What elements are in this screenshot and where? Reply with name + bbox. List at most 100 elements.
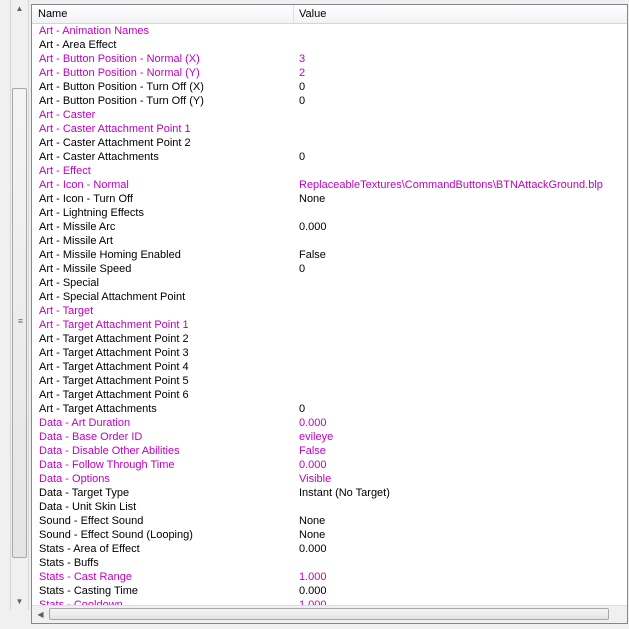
table-row[interactable]: Art - Target Attachments 0 (32, 402, 627, 416)
table-row[interactable]: Art - Animation Names (32, 24, 627, 38)
grip-icon: ≡ (17, 316, 24, 326)
property-name: Art - Caster (39, 109, 96, 121)
property-name: Art - Target Attachment Point 2 (39, 333, 189, 345)
property-value: evileye (299, 431, 334, 443)
property-name: Art - Animation Names (39, 25, 150, 37)
table-row[interactable]: Stats - Area of Effect 0.000 (32, 542, 627, 556)
table-row[interactable]: Art - Missile Art (32, 234, 627, 248)
table-row[interactable]: Art - Target Attachment Point 6 (32, 388, 627, 402)
property-name: Art - Icon - Turn Off (39, 193, 133, 205)
table-row[interactable]: Art - Caster Attachment Point 1 (32, 122, 627, 136)
table-row[interactable]: Data - Base Order ID evileye (32, 430, 627, 444)
table-row[interactable]: Art - Target (32, 304, 627, 318)
table-row[interactable]: Art - Target Attachment Point 4 (32, 360, 627, 374)
scroll-up-icon[interactable]: ▲ (11, 0, 28, 17)
table-row[interactable]: Stats - Casting Time 0.000 (32, 584, 627, 598)
property-name: Stats - Cast Range (39, 571, 132, 583)
property-value: 0 (299, 95, 306, 107)
table-row[interactable]: Art - Effect (32, 164, 627, 178)
table-row[interactable]: Data - Disable Other Abilities False (32, 444, 627, 458)
property-value: 2 (299, 67, 306, 79)
property-name: Art - Button Position - Turn Off (X) (39, 81, 204, 93)
property-value: Visible (299, 473, 332, 485)
property-name: Sound - Effect Sound (Looping) (39, 529, 193, 541)
property-name: Art - Area Effect (39, 39, 117, 51)
table-row[interactable]: Art - Icon - Normal ReplaceableTextures\C… (32, 178, 627, 192)
property-value: 0 (299, 81, 306, 93)
property-name: Art - Missile Homing Enabled (39, 249, 181, 261)
property-value: 0.000 (299, 585, 327, 597)
table-row[interactable]: Stats - Cast Range 1.000 (32, 570, 627, 584)
property-name: Art - Button Position - Normal (Y) (39, 67, 200, 79)
horizontal-scroll-thumb[interactable] (49, 608, 609, 620)
property-name: Stats - Casting Time (39, 585, 139, 597)
scroll-left-icon[interactable]: ◀ (32, 606, 49, 623)
property-name: Data - Follow Through Time (39, 459, 175, 471)
property-name: Stats - Buffs (39, 557, 99, 569)
property-name: Art - Target Attachments (39, 403, 157, 415)
table-row[interactable]: Art - Button Position - Normal (Y) 2 (32, 66, 627, 80)
property-value: 3 (299, 53, 306, 65)
table-row[interactable]: Art - Special (32, 276, 627, 290)
table-row[interactable]: Art - Icon - Turn Off None (32, 192, 627, 206)
property-name: Art - Effect (39, 165, 91, 177)
table-row[interactable]: Art - Special Attachment Point (32, 290, 627, 304)
table-row[interactable]: Art - Target Attachment Point 3 (32, 346, 627, 360)
property-value: 0 (299, 403, 306, 415)
property-rows: Art - Animation Names Art - Area Effect Ar… (32, 24, 627, 608)
window-edge (0, 0, 10, 629)
table-row[interactable]: Art - Button Position - Normal (X) 3 (32, 52, 627, 66)
property-value: False (299, 249, 326, 261)
table-row[interactable]: Art - Button Position - Turn Off (X) 0 (32, 80, 627, 94)
table-row[interactable]: Data - Target Type Instant (No Target) (32, 486, 627, 500)
table-row[interactable]: Art - Caster Attachments 0 (32, 150, 627, 164)
property-value: 1.000 (299, 571, 327, 583)
vertical-scrollbar[interactable]: ▲ ≡ ▼ (10, 0, 29, 610)
property-name: Art - Special (39, 277, 99, 289)
property-name: Art - Missile Arc (39, 221, 116, 233)
property-name: Art - Icon - Normal (39, 179, 129, 191)
property-name: Art - Caster Attachment Point 1 (39, 123, 191, 135)
table-row[interactable]: Sound - Effect Sound (Looping) None (32, 528, 627, 542)
table-row[interactable]: Art - Caster (32, 108, 627, 122)
property-value: 0.000 (299, 543, 327, 555)
property-value: 0.000 (299, 417, 327, 429)
property-value: Instant (No Target) (299, 487, 390, 499)
column-header-value[interactable]: Value (293, 5, 627, 23)
scroll-down-icon[interactable]: ▼ (11, 593, 28, 610)
table-row[interactable]: Art - Target Attachment Point 2 (32, 332, 627, 346)
property-value: 0.000 (299, 459, 327, 471)
table-row[interactable]: Stats - Buffs (32, 556, 627, 570)
list-header: Name Value (32, 5, 627, 24)
table-row[interactable]: Sound - Effect Sound None (32, 514, 627, 528)
table-row[interactable]: Art - Target Attachment Point 1 (32, 318, 627, 332)
table-row[interactable]: Art - Missile Arc 0.000 (32, 220, 627, 234)
property-name: Art - Target Attachment Point 3 (39, 347, 189, 359)
property-name: Sound - Effect Sound (39, 515, 144, 527)
table-row[interactable]: Data - Unit Skin List (32, 500, 627, 514)
table-row[interactable]: Art - Caster Attachment Point 2 (32, 136, 627, 150)
property-name: Art - Missile Art (39, 235, 113, 247)
column-header-name[interactable]: Name (32, 5, 294, 23)
table-row[interactable]: Art - Target Attachment Point 5 (32, 374, 627, 388)
property-name: Stats - Area of Effect (39, 543, 140, 555)
property-name: Art - Button Position - Turn Off (Y) (39, 95, 204, 107)
property-name: Art - Lightning Effects (39, 207, 144, 219)
property-list[interactable]: Name Value Art - Animation Names Art - Ar… (31, 4, 628, 624)
property-value: None (299, 515, 326, 527)
property-name: Data - Art Duration (39, 417, 131, 429)
property-name: Art - Missile Speed (39, 263, 132, 275)
table-row[interactable]: Art - Missile Speed 0 (32, 262, 627, 276)
table-row[interactable]: Data - Follow Through Time 0.000 (32, 458, 627, 472)
property-name: Art - Caster Attachments (39, 151, 159, 163)
table-row[interactable]: Art - Missile Homing Enabled False (32, 248, 627, 262)
table-row[interactable]: Art - Lightning Effects (32, 206, 627, 220)
table-row[interactable]: Art - Area Effect (32, 38, 627, 52)
property-value: 0 (299, 263, 306, 275)
horizontal-scrollbar[interactable]: ◀ (32, 605, 627, 623)
table-row[interactable]: Data - Art Duration 0.000 (32, 416, 627, 430)
vertical-scroll-thumb[interactable]: ≡ (12, 88, 27, 558)
property-name: Art - Target Attachment Point 4 (39, 361, 189, 373)
table-row[interactable]: Art - Button Position - Turn Off (Y) 0 (32, 94, 627, 108)
table-row[interactable]: Data - Options Visible (32, 472, 627, 486)
